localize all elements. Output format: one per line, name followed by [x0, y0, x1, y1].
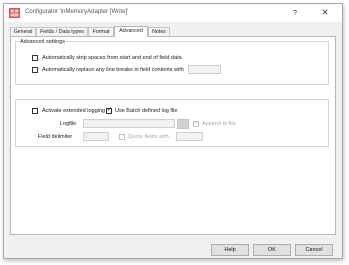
append-to-file-checkbox[interactable]: ✓ — [193, 120, 200, 127]
tab-notes[interactable]: Notes — [148, 27, 170, 36]
title-bar[interactable]: Configurator 'inMemoryAdapter [Write]' ?… — [4, 4, 342, 22]
window-title: Configurator 'inMemoryAdapter [Write]' — [25, 9, 129, 15]
extended-logging-label: Activate extended logging — [42, 108, 105, 114]
strip-spaces-label: Automatically strip spaces from start an… — [42, 55, 182, 61]
close-icon[interactable]: ✕ — [314, 6, 336, 19]
advanced-settings-title: Advanced settings — [19, 39, 66, 45]
quote-fields-label: Quote fields with — [128, 134, 169, 140]
advanced-settings-group: Advanced settings Automatically strip sp… — [15, 39, 329, 85]
ok-button[interactable]: OK — [253, 244, 291, 256]
quote-fields-checkbox[interactable] — [119, 134, 125, 140]
logfile-label: Logfile — [60, 121, 77, 127]
help-button[interactable]: Help — [211, 244, 249, 256]
quote-fields-input[interactable] — [176, 132, 203, 141]
tab-format[interactable]: Format — [88, 27, 114, 36]
tab-fields-data-types[interactable]: Fields / Data types — [36, 27, 88, 36]
append-to-file-label: Append to file — [202, 121, 236, 127]
check-icon: ✓ — [194, 120, 200, 126]
extended-logging-checkbox[interactable] — [32, 108, 38, 114]
advanced-tab-panel: Advanced settings Automatically strip sp… — [10, 36, 336, 235]
batch-log-checkbox[interactable]: ✓ — [106, 107, 113, 114]
replace-line-breaks-label: Automatically replace any line breaks in… — [42, 67, 184, 73]
strip-spaces-checkbox[interactable] — [32, 55, 38, 61]
replace-line-breaks-checkbox[interactable] — [32, 67, 38, 73]
configurator-dialog: Configurator 'inMemoryAdapter [Write]' ?… — [3, 3, 343, 259]
field-delimiter-input[interactable]: ; — [83, 132, 109, 141]
replace-with-input[interactable] — [188, 65, 221, 74]
cancel-button[interactable]: Cancel — [295, 244, 333, 256]
tab-advanced[interactable]: Advanced — [114, 26, 148, 37]
help-icon[interactable]: ? — [284, 6, 306, 19]
logfile-input[interactable] — [83, 119, 175, 128]
check-icon: ✓ — [107, 107, 113, 113]
logging-group: Activate extended logging ✓ Use Batch de… — [15, 99, 329, 147]
field-delimiter-label: Field delimiter — [38, 134, 73, 140]
batch-log-label: Use Batch defined log file — [115, 108, 178, 114]
tab-general[interactable]: General — [10, 27, 36, 36]
app-icon — [9, 8, 20, 18]
browse-logfile-button[interactable] — [177, 119, 189, 129]
